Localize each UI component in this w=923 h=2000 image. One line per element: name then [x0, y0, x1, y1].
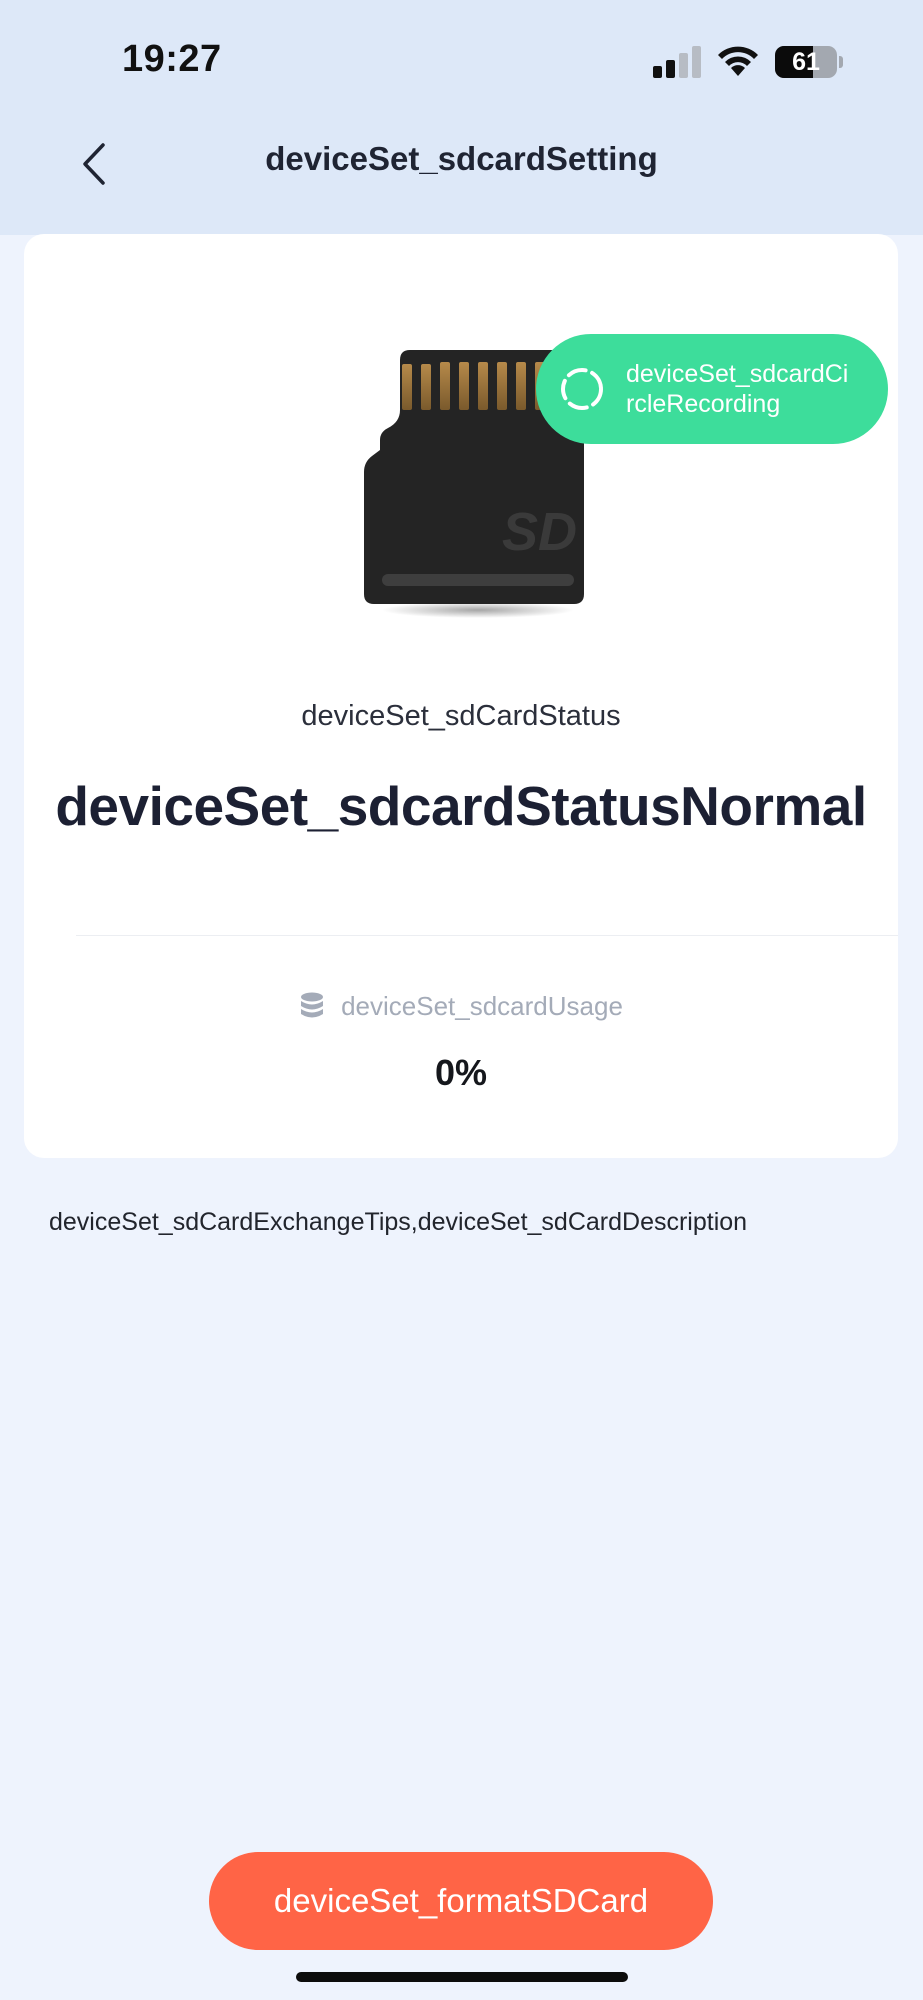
- circle-recording-badge[interactable]: deviceSet_sdcardCircleRecording: [536, 334, 888, 444]
- dashed-circle-icon: [561, 368, 603, 410]
- format-sd-card-button[interactable]: deviceSet_formatSDCard: [209, 1852, 713, 1950]
- battery-indicator: 61: [775, 46, 843, 78]
- usage-value: 0%: [434, 1052, 488, 1093]
- usage-label: deviceSet_sdcardUsage: [341, 991, 623, 1021]
- sd-card-tips: deviceSet_sdCardExchangeTips,deviceSet_s…: [49, 1208, 748, 1236]
- sd-card-status-value: deviceSet_sdcardStatusNormal: [55, 775, 867, 837]
- status-bar: 19:27 61: [0, 0, 923, 120]
- wifi-icon: [718, 46, 758, 76]
- sd-card-info-card: SD deviceSet_sdcardCircleRecording devic…: [24, 234, 898, 1158]
- navigation-bar: deviceSet_sdcardSetting: [0, 120, 923, 210]
- circle-recording-label: deviceSet_sdcardCircleRecording: [626, 360, 849, 418]
- page-title: deviceSet_sdcardSetting: [265, 140, 658, 177]
- cellular-signal-icon: [653, 46, 701, 78]
- home-indicator: [296, 1972, 628, 1982]
- status-time: 19:27: [122, 38, 222, 80]
- database-icon: [301, 992, 324, 1017]
- sd-card-status-caption: deviceSet_sdCardStatus: [301, 700, 621, 732]
- sd-card-label: SD: [502, 502, 577, 562]
- battery-level: 61: [792, 48, 820, 76]
- usage-row: deviceSet_sdcardUsage: [24, 991, 898, 1022]
- divider: [76, 935, 898, 936]
